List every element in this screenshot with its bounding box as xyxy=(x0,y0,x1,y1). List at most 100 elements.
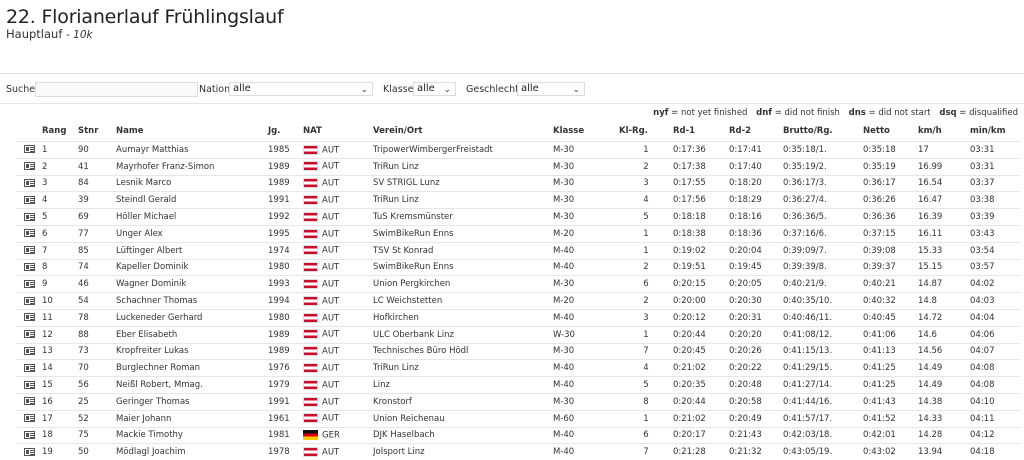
nation-cell: GER xyxy=(303,427,373,444)
header-rang[interactable]: Rang xyxy=(42,121,78,142)
lap1-cell: 0:21:02 xyxy=(673,360,729,377)
table-row[interactable]: 1950Mödlagl Joachim1978AUTJolsport LinzM… xyxy=(16,444,1020,460)
header-jg[interactable]: Jg. xyxy=(268,121,303,142)
details-card-icon[interactable] xyxy=(24,347,35,355)
details-card-icon[interactable] xyxy=(24,246,35,254)
search-input[interactable] xyxy=(35,82,198,97)
detail-cell[interactable] xyxy=(16,175,42,192)
details-card-icon[interactable] xyxy=(24,213,35,221)
nation-select[interactable]: alle ⌄ xyxy=(229,82,373,96)
net-time-cell: 0:41:25 xyxy=(863,360,918,377)
table-row[interactable]: 1556Neißl Robert, Mmag.1979AUTLinzM-4050… xyxy=(16,377,1020,394)
table-row[interactable]: 1054Schachner Thomas1994AUTLC Weichstett… xyxy=(16,293,1020,310)
table-row[interactable]: 946Wagner Dominik1993AUTUnion Pergkirche… xyxy=(16,276,1020,293)
detail-cell[interactable] xyxy=(16,444,42,460)
stnr-cell: 69 xyxy=(78,209,116,226)
details-card-icon[interactable] xyxy=(24,145,35,153)
details-card-icon[interactable] xyxy=(24,263,35,271)
speed-cell: 13.94 xyxy=(918,444,970,460)
header-brutto[interactable]: Brutto/Rg. xyxy=(783,121,863,142)
club-cell: TuS Kremsmünster xyxy=(373,209,553,226)
detail-cell[interactable] xyxy=(16,209,42,226)
detail-cell[interactable] xyxy=(16,410,42,427)
detail-cell[interactable] xyxy=(16,158,42,175)
detail-cell[interactable] xyxy=(16,360,42,377)
header-verein[interactable]: Verein/Ort xyxy=(373,121,553,142)
table-row[interactable]: 1288Eber Elisabeth1989AUTULC Oberbank Li… xyxy=(16,326,1020,343)
header-rd1[interactable]: Rd-1 xyxy=(673,121,729,142)
detail-cell[interactable] xyxy=(16,276,42,293)
table-row[interactable]: 1625Geringer Thomas1991AUTKronstorfM-308… xyxy=(16,393,1020,410)
detail-cell[interactable] xyxy=(16,259,42,276)
detail-cell[interactable] xyxy=(16,393,42,410)
table-row[interactable]: 677Unger Alex1995AUTSwimBikeRun EnnsM-20… xyxy=(16,225,1020,242)
details-card-icon[interactable] xyxy=(24,313,35,321)
table-row[interactable]: 1470Burglechner Roman1976AUTTriRun LinzM… xyxy=(16,360,1020,377)
class-cell: M-30 xyxy=(553,175,619,192)
name-cell: Wagner Dominik xyxy=(116,276,268,293)
name-cell: Burglechner Roman xyxy=(116,360,268,377)
header-rd2[interactable]: Rd-2 xyxy=(729,121,783,142)
details-card-icon[interactable] xyxy=(24,162,35,170)
pace-cell: 04:10 xyxy=(970,393,1020,410)
detail-cell[interactable] xyxy=(16,242,42,259)
table-row[interactable]: 241Mayrhofer Franz-Simon1989AUTTriRun Li… xyxy=(16,158,1020,175)
table-row[interactable]: 439Steindl Gerald1991AUTTriRun LinzM-304… xyxy=(16,192,1020,209)
lap1-cell: 0:20:17 xyxy=(673,427,729,444)
table-row[interactable]: 1875Mackie Timothy1981GERDJK HaselbachM-… xyxy=(16,427,1020,444)
stnr-cell: 70 xyxy=(78,360,116,377)
details-card-icon[interactable] xyxy=(24,196,35,204)
flag-icon xyxy=(303,363,318,373)
klasse-select[interactable]: alle ⌄ xyxy=(413,82,456,96)
details-card-icon[interactable] xyxy=(24,330,35,338)
speed-cell: 16.54 xyxy=(918,175,970,192)
gross-time-cell: 0:43:05/19. xyxy=(783,444,863,460)
geschlecht-select[interactable]: alle ⌄ xyxy=(517,82,585,96)
class-rank-cell: 3 xyxy=(619,309,673,326)
detail-cell[interactable] xyxy=(16,377,42,394)
nation-cell: AUT xyxy=(303,259,373,276)
details-card-icon[interactable] xyxy=(24,397,35,405)
detail-cell[interactable] xyxy=(16,142,42,159)
detail-cell[interactable] xyxy=(16,427,42,444)
table-row[interactable]: 1373Kropfreiter Lukas1989AUTTechnisches … xyxy=(16,343,1020,360)
detail-cell[interactable] xyxy=(16,343,42,360)
details-card-icon[interactable] xyxy=(24,414,35,422)
flag-icon xyxy=(303,229,318,239)
header-minkm[interactable]: min/km xyxy=(970,121,1020,142)
club-cell: TriRun Linz xyxy=(373,192,553,209)
table-row[interactable]: 785Lüftinger Albert1974AUTTSV St KonradM… xyxy=(16,242,1020,259)
class-cell: M-40 xyxy=(553,377,619,394)
table-row[interactable]: 384Lesnik Marco1989AUTSV STRIGL LunzM-30… xyxy=(16,175,1020,192)
details-card-icon[interactable] xyxy=(24,381,35,389)
header-klasse[interactable]: Klasse xyxy=(553,121,619,142)
detail-cell[interactable] xyxy=(16,326,42,343)
table-row[interactable]: 190Aumayr Matthias1985AUTTripowerWimberg… xyxy=(16,142,1020,159)
header-netto[interactable]: Netto xyxy=(863,121,918,142)
header-stnr[interactable]: Stnr xyxy=(78,121,116,142)
table-row[interactable]: 569Höller Michael1992AUTTuS Kremsmünster… xyxy=(16,209,1020,226)
nation-code: AUT xyxy=(322,179,339,189)
details-card-icon[interactable] xyxy=(24,179,35,187)
details-card-icon[interactable] xyxy=(24,229,35,237)
table-row[interactable]: 1178Luckeneder Gerhard1980AUTHofkirchenM… xyxy=(16,309,1020,326)
table-row[interactable]: 1752Maier Johann1961AUTUnion ReichenauM-… xyxy=(16,410,1020,427)
flag-icon xyxy=(303,245,318,255)
header-name[interactable]: Name xyxy=(116,121,268,142)
class-rank-cell: 1 xyxy=(619,410,673,427)
details-card-icon[interactable] xyxy=(24,431,35,439)
detail-cell[interactable] xyxy=(16,192,42,209)
detail-cell[interactable] xyxy=(16,309,42,326)
header-nat[interactable]: NAT xyxy=(303,121,373,142)
details-card-icon[interactable] xyxy=(24,448,35,456)
detail-cell[interactable] xyxy=(16,293,42,310)
details-card-icon[interactable] xyxy=(24,280,35,288)
nation-code: GER xyxy=(322,431,340,441)
header-kmh[interactable]: km/h xyxy=(918,121,970,142)
nation-cell: AUT xyxy=(303,410,373,427)
details-card-icon[interactable] xyxy=(24,364,35,372)
details-card-icon[interactable] xyxy=(24,297,35,305)
detail-cell[interactable] xyxy=(16,225,42,242)
header-klrg[interactable]: Kl-Rg. xyxy=(619,121,673,142)
table-row[interactable]: 874Kapeller Dominik1980AUTSwimBikeRun En… xyxy=(16,259,1020,276)
